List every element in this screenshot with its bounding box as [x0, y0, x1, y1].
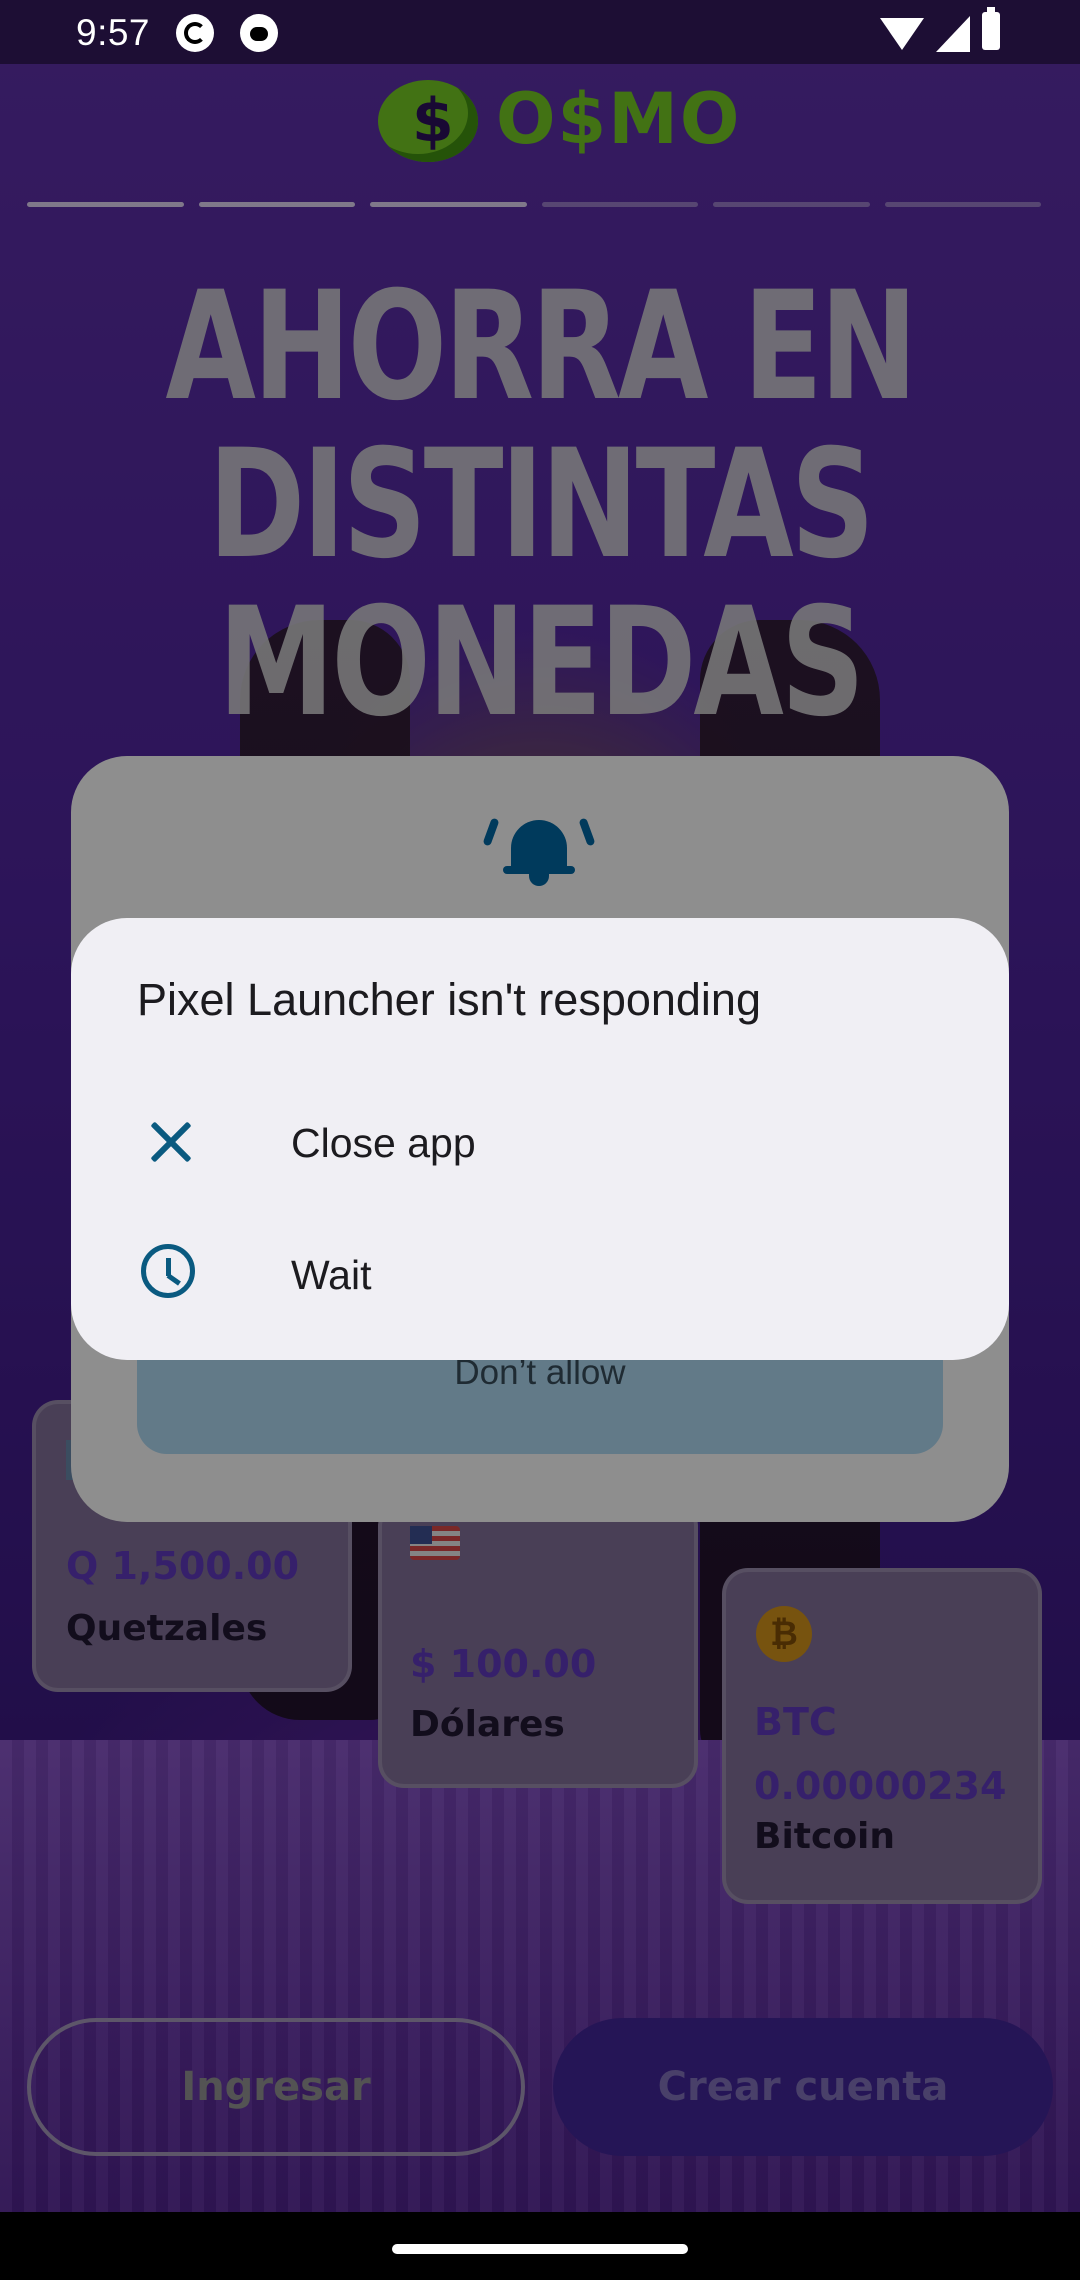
status-bar: 9:57 [0, 0, 1080, 64]
sync-app-icon [176, 14, 214, 52]
dialog-title: Pixel Launcher isn't responding [137, 974, 761, 1025]
navigation-bar [0, 2212, 1080, 2280]
home-gesture-handle[interactable] [392, 2244, 688, 2254]
wait-label: Wait [291, 1252, 372, 1298]
close-icon [147, 1118, 195, 1166]
status-time: 9:57 [76, 12, 151, 53]
app-not-responding-dialog: Pixel Launcher isn't responding Close ap… [71, 918, 1009, 1360]
bell-icon [482, 812, 596, 886]
cat-app-icon [240, 14, 278, 52]
close-app-option[interactable]: Close app [71, 1076, 1009, 1206]
screen: O$MO AHORRA EN DISTINTAS MONEDAS Q 1,500… [0, 0, 1080, 2280]
wait-option[interactable]: Wait [71, 1208, 1009, 1338]
battery-icon [982, 7, 1000, 50]
signal-icon [936, 16, 970, 52]
wifi-icon [880, 18, 924, 50]
close-app-label: Close app [291, 1120, 476, 1166]
clock-icon [141, 1244, 195, 1298]
